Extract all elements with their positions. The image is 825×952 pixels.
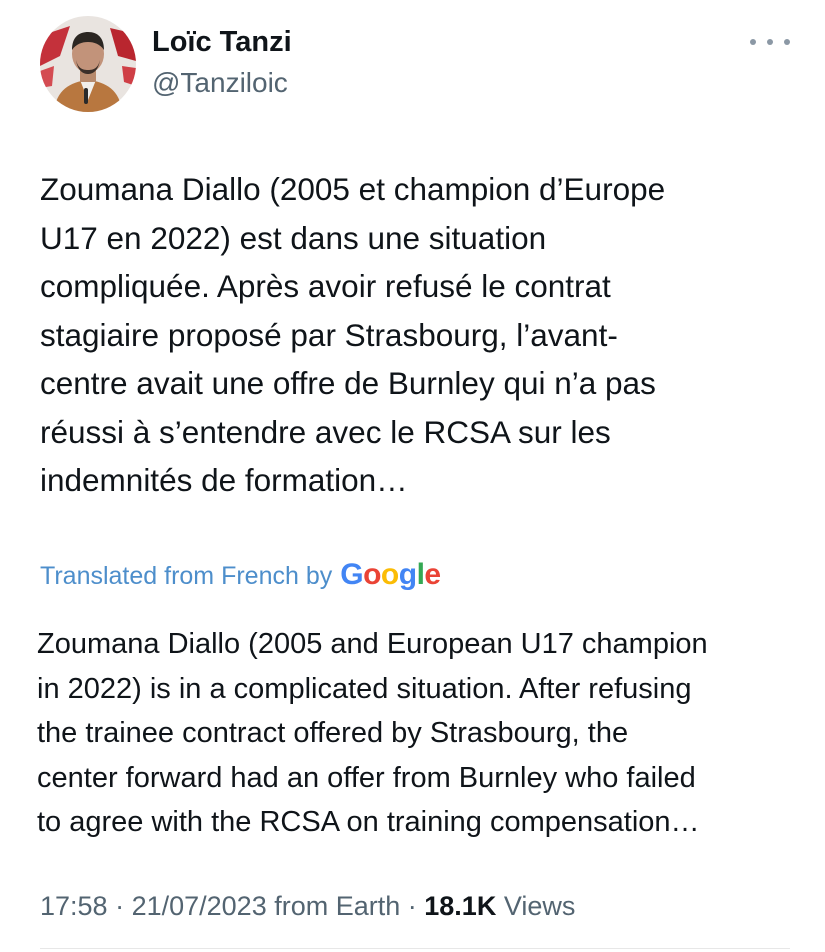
meta-separator: · (400, 891, 425, 921)
tweet-source: from Earth (266, 891, 401, 921)
more-dot (784, 39, 790, 45)
translated-text-line: to agree with the RCSA on training compe… (37, 806, 700, 838)
tweet-date[interactable]: 21/07/2023 (132, 891, 267, 921)
tweet-text-line: réussi à s’entendre avec le RCSA sur les (40, 413, 611, 450)
author-handle[interactable]: @Tanziloic (152, 65, 288, 101)
author-display-name[interactable]: Loïc Tanzi (152, 24, 292, 60)
tweet-text-line: indemnités de formation… (40, 462, 408, 498)
avatar-image (40, 16, 136, 112)
more-dot (767, 39, 773, 45)
tweet-text-line: centre avait une offre de Burnley qui n’… (40, 365, 656, 401)
tweet-text-line: Zoumana Diallo (2005 et champion d’Europ… (40, 171, 666, 207)
divider (40, 948, 790, 949)
tweet-translated-text: Zoumana Diallo (2005 and European U17 ch… (37, 622, 817, 845)
tweet-text-line: compliquée. Après avoir refusé le contra… (40, 268, 611, 304)
tweet: Loïc Tanzi @Tanziloic Zoumana Diallo (20… (0, 0, 825, 952)
views-label: Views (496, 891, 576, 921)
translated-from-label: Translated from French by (40, 562, 333, 590)
more-options-icon[interactable] (750, 30, 790, 54)
tweet-text-line: U17 en 2022) est dans une situation (40, 219, 547, 256)
avatar[interactable] (40, 16, 136, 112)
tweet-text-line: stagiaire proposé par Strasbourg, l’avan… (40, 316, 618, 353)
translated-text-line: the trainee contract offered by Strasbou… (37, 717, 629, 749)
tweet-meta: 17:58 · 21/07/2023 from Earth · 18.1K Vi… (40, 886, 575, 926)
translated-text-line: Zoumana Diallo (2005 and European U17 ch… (37, 628, 708, 660)
translated-text-line: center forward had an offer from Burnley… (37, 761, 696, 794)
tweet-time[interactable]: 17:58 (40, 891, 108, 921)
meta-separator: · (107, 891, 132, 921)
views-count[interactable]: 18.1K (424, 891, 496, 921)
google-logo: Google (340, 558, 441, 591)
translated-from-link[interactable]: Translated from French by Google (40, 556, 441, 595)
translated-text-line: in 2022) is in a complicated situation. … (37, 672, 692, 705)
tweet-original-text: Zoumana Diallo (2005 et champion d’Europ… (40, 165, 800, 505)
more-dot (750, 39, 756, 45)
